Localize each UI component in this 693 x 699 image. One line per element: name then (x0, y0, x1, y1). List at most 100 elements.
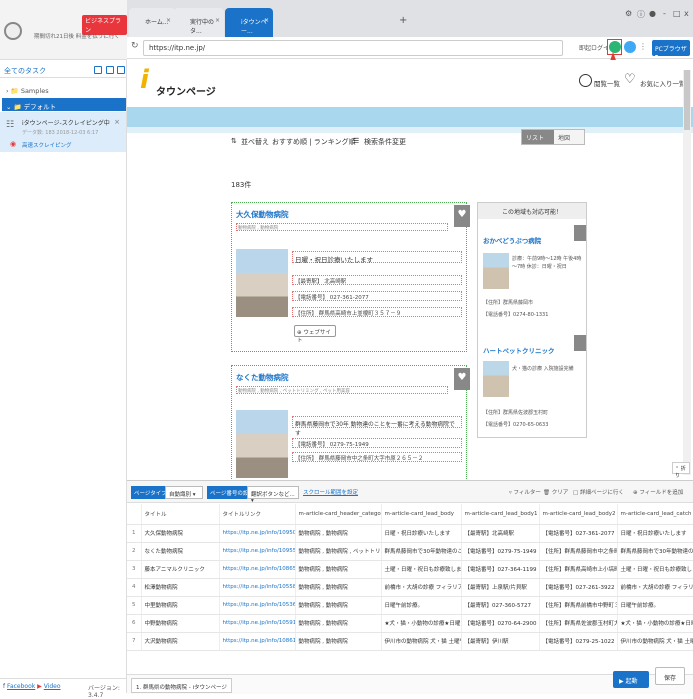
table-row[interactable]: 4松澤動物病院https://itp.ne.jp/info/1055825290… (127, 578, 693, 597)
page-type-select[interactable]: 自動識別 ▾ (165, 486, 203, 499)
table-cell[interactable]: 動物病院 , 動物病院 (295, 596, 382, 615)
table-cell[interactable]: 1 (127, 524, 142, 543)
table-cell[interactable]: 日曜午前診療。 (617, 596, 693, 615)
table-cell[interactable]: 中里動物病院 (141, 596, 220, 615)
table-row[interactable]: 1大久保動物病院https://itp.ne.jp/info/109503436… (127, 524, 693, 543)
table-cell[interactable]: 【住所】群馬県佐波郡玉村町大字福島 (539, 614, 618, 633)
table-cell[interactable]: 【電話番号】0279-75-1949 (461, 542, 540, 561)
table-cell[interactable]: 中野動物病院 (141, 614, 220, 633)
column-header[interactable]: タイトルリンク (219, 504, 296, 525)
column-header[interactable]: タイトル (141, 504, 220, 525)
page-num-select[interactable]: 翻訳ボタンなど... ▾ (247, 486, 299, 504)
table-cell[interactable]: 【最寄駅】上泉駅/片貝駅 (461, 578, 540, 597)
favorite-icon[interactable]: ♥ (454, 205, 470, 227)
table-cell[interactable]: 伊川市の動物病院 犬・猫 土曜午後... (617, 632, 693, 651)
favorites-link[interactable]: お気に入り一覧 (640, 78, 686, 88)
table-cell[interactable]: 4 (127, 578, 142, 597)
history-icon[interactable] (579, 74, 592, 87)
add-field-button[interactable]: ⊕ フィールドを追加 (633, 488, 683, 496)
table-cell[interactable]: https://itp.ne.jp/info/10536043600... (219, 596, 296, 615)
card-title[interactable]: なくた動物病院 (236, 372, 289, 383)
page-scrollbar[interactable] (683, 70, 691, 475)
favorite-icon[interactable] (574, 225, 586, 241)
column-header[interactable] (127, 504, 142, 525)
column-header[interactable]: m-article-card_header_category (295, 504, 382, 525)
table-cell[interactable]: https://itp.ne.jp/info/10950343600... (219, 524, 296, 543)
filter-icon[interactable]: ☰ (353, 137, 359, 145)
table-cell[interactable]: 伊川市の動物病院 犬・猫 土曜午後... (381, 632, 462, 651)
table-row[interactable]: 3藤本アニマルクリニックhttps://itp.ne.jp/info/10865… (127, 560, 693, 579)
table-row[interactable]: 6中野動物病院https://itp.ne.jp/info/1059194960… (127, 614, 693, 633)
table-row[interactable]: 5中里動物病院https://itp.ne.jp/info/1053604360… (127, 596, 693, 615)
logo[interactable]: タウンページ (156, 83, 216, 98)
table-cell[interactable]: 【最寄駅】027-360-5727 (461, 596, 540, 615)
favorite-icon[interactable]: ♥ (454, 368, 470, 390)
table-cell[interactable]: 日曜午前診療。 (381, 596, 462, 615)
run-button[interactable]: ▶ 起動 (613, 671, 649, 688)
goto-page-button[interactable]: □ 詳細ページに行く (573, 488, 624, 496)
column-header[interactable]: m-article-card_lead_body (381, 504, 462, 525)
table-cell[interactable]: 5 (127, 596, 142, 615)
table-cell[interactable]: 動物病院 , 動物病院 (295, 524, 382, 543)
fold-button[interactable]: ⌃ 折り (672, 462, 690, 479)
result-card[interactable]: なくた動物病院 動物病院 , 動物病院 , ペットトリミング , ペット用美容 … (231, 365, 470, 480)
table-cell[interactable]: 群馬県藤岡市で30年動物達のことを... (617, 542, 693, 561)
map-view-button[interactable]: 地図 (555, 130, 573, 145)
table-cell[interactable]: 藤本アニマルクリニック (141, 560, 220, 579)
table-row[interactable]: 7大沢動物病院https://itp.ne.jp/info/1086177869… (127, 632, 693, 651)
table-cell[interactable]: 土曜・日曜・祝日も診療致します... (381, 560, 462, 579)
nearby-image[interactable] (483, 361, 509, 397)
clear-button[interactable]: 🗑 クリア (543, 488, 568, 496)
table-cell[interactable]: https://itp.ne.jp/info/10861778690... (219, 632, 296, 651)
logo-mark[interactable]: i (140, 65, 149, 95)
nearby-title[interactable]: ハートペットクリニック (483, 345, 555, 355)
table-cell[interactable]: 3 (127, 560, 142, 579)
table-row[interactable]: 2なくた動物病院https://itp.ne.jp/info/109554299… (127, 542, 693, 561)
sort-icon[interactable]: ⇅ (231, 137, 237, 145)
table-cell[interactable]: 6 (127, 614, 142, 633)
table-cell[interactable]: 【住所】群馬県高崎市上小塙町４１... (539, 560, 618, 579)
table-cell[interactable]: 日曜・祝日診療いたします (617, 524, 693, 543)
table-cell[interactable]: 動物病院 , 動物病院 (295, 632, 382, 651)
sort-options[interactable]: おすすめ順 | ランキング順 (272, 137, 356, 147)
table-cell[interactable]: 日曜・祝日診療いたします (381, 524, 462, 543)
table-cell[interactable]: なくた動物病院 (141, 542, 220, 561)
table-cell[interactable]: 【電話番号】027-364-1199 (461, 560, 540, 579)
website-button[interactable]: ⊕ ウェブサイト (294, 325, 336, 344)
save-button[interactable]: 保存 (655, 667, 685, 685)
table-cell[interactable]: 【電話番号】027-361-2077 (539, 524, 618, 543)
search-condition-link[interactable]: 検索条件変更 (364, 137, 406, 147)
table-cell[interactable]: 群馬県藤岡市で30年動物達のことを... (381, 542, 462, 561)
table-cell[interactable]: 動物病院 , 動物病院 (295, 614, 382, 633)
table-cell[interactable]: ★犬・猫・小動物の診療★日曜・日曜... (381, 614, 462, 633)
scrollbar-thumb[interactable] (684, 70, 690, 130)
table-cell[interactable]: https://itp.ne.jp/info/10591949600... (219, 614, 296, 633)
history-link[interactable]: 閲覧一覧 (594, 78, 620, 88)
table-cell[interactable]: 大久保動物病院 (141, 524, 220, 543)
table-cell[interactable]: 7 (127, 632, 142, 651)
table-cell[interactable]: 土曜・日曜・祝日も診療致します... (617, 560, 693, 579)
card-title[interactable]: 大久保動物病院 (236, 209, 289, 220)
table-cell[interactable]: 【電話番号】0270-64-2900 (461, 614, 540, 633)
heart-icon[interactable]: ♡ (624, 72, 636, 87)
favorite-icon[interactable] (574, 335, 586, 351)
list-view-button[interactable]: リスト (522, 130, 554, 144)
table-cell[interactable]: 大沢動物病院 (141, 632, 220, 651)
table-cell[interactable]: 動物病院 , 動物病院 (295, 578, 382, 597)
nearby-image[interactable] (483, 253, 509, 289)
filter-button[interactable]: ▿ フィルター (509, 488, 541, 496)
table-cell[interactable]: 【最寄駅】北高崎駅 (461, 524, 540, 543)
column-header[interactable]: m-article-card_lead_body1 (461, 504, 540, 525)
task-tab[interactable]: 1. 群馬県の動物病院 - iタウンページ (131, 678, 232, 693)
table-cell[interactable]: 【電話番号】027-261-3922 (539, 578, 618, 597)
table-cell[interactable]: 動物病院 , 動物病院 , ペットトリミン... (295, 542, 382, 561)
scroll-range-link[interactable]: スクロール範囲を設定 (303, 488, 358, 496)
table-cell[interactable]: 動物病院 , 動物病院 (295, 560, 382, 579)
table-cell[interactable]: 【電話番号】0279-25-1022 (539, 632, 618, 651)
column-header[interactable]: m-article-card_lead_body2 (539, 504, 618, 525)
table-cell[interactable]: 松澤動物病院 (141, 578, 220, 597)
table-cell[interactable]: https://itp.ne.jp/info/10955429900... (219, 542, 296, 561)
card-image[interactable] (236, 249, 288, 317)
nearby-title[interactable]: おかべどうぶつ病院 (483, 235, 541, 245)
card-image[interactable] (236, 410, 288, 478)
